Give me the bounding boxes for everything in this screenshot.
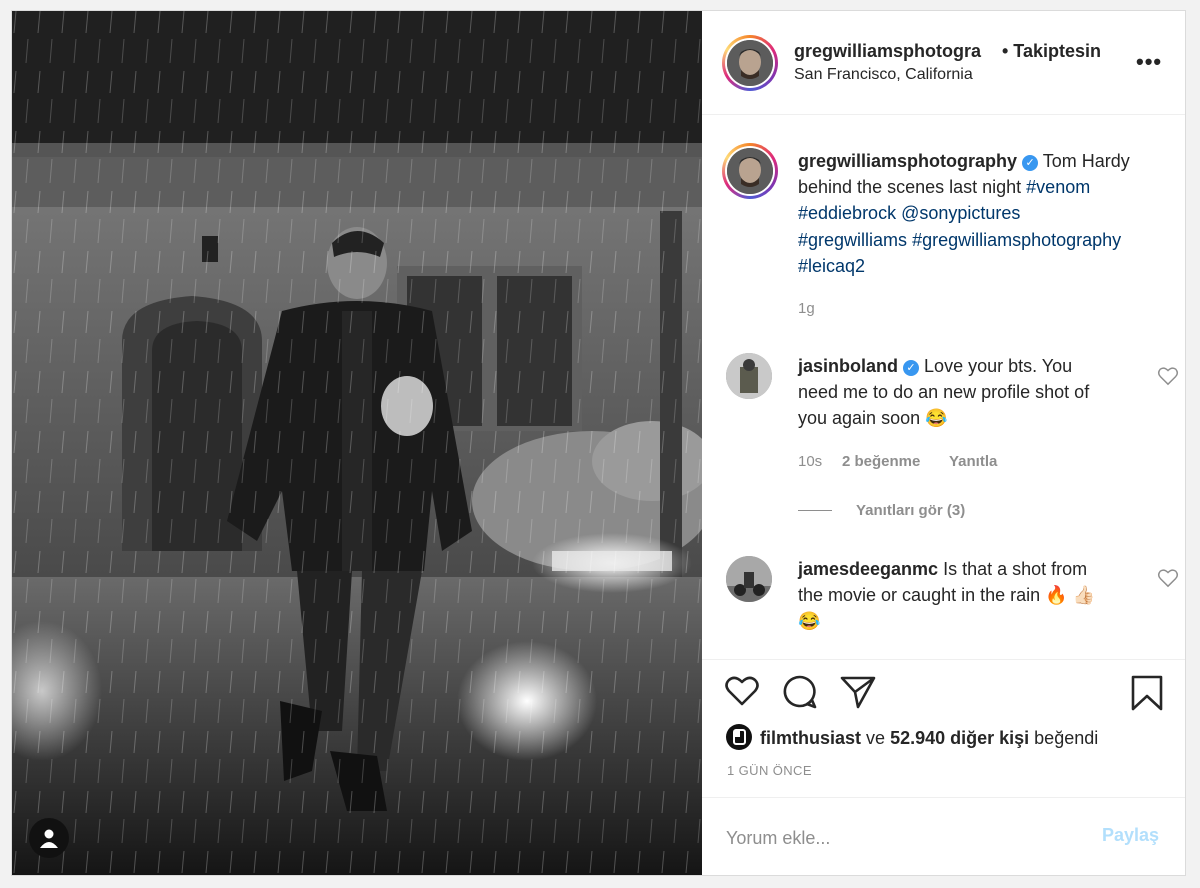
post-location[interactable]: San Francisco, California bbox=[794, 66, 973, 84]
hashtag-gregwilliams[interactable]: #gregwilliams bbox=[798, 230, 907, 250]
caption-line-3: #eddiebrock @sonypictures bbox=[798, 200, 1020, 227]
add-comment-bar: Paylaş bbox=[702, 797, 1185, 876]
post-time-ago[interactable]: 1 GÜN ÖNCE bbox=[727, 763, 812, 778]
likes-count[interactable]: 52.940 diğer kişi bbox=[890, 728, 1029, 748]
follow-status[interactable]: • Takiptesin bbox=[1002, 41, 1101, 62]
comment-input[interactable] bbox=[724, 808, 1088, 868]
tag-user-button[interactable] bbox=[29, 818, 69, 858]
comment-like-count-text: 2 beğenme bbox=[842, 453, 921, 470]
comment-username[interactable]: jasinboland bbox=[798, 356, 898, 376]
caption-line-1: gregwilliamsphotography ✓ Tom Hardy bbox=[798, 148, 1130, 175]
liker-avatar[interactable] bbox=[726, 724, 752, 750]
comment-icon[interactable] bbox=[782, 675, 818, 709]
share-icon[interactable] bbox=[840, 675, 876, 709]
view-replies-label: Yanıtları gör (3) bbox=[856, 502, 966, 519]
commenter-avatar-image bbox=[726, 353, 772, 399]
post-photo[interactable] bbox=[12, 11, 702, 875]
more-horizontal-icon[interactable]: ••• bbox=[1136, 49, 1162, 75]
author-avatar[interactable] bbox=[722, 35, 778, 91]
caption-age[interactable]: 1g bbox=[798, 300, 815, 317]
caption-avatar-image bbox=[727, 148, 773, 194]
comment-like-heart-icon[interactable] bbox=[1157, 568, 1179, 588]
comment-like-count[interactable]: 2 beğenme bbox=[842, 453, 920, 470]
heart-icon[interactable] bbox=[724, 675, 760, 707]
hashtag-gregwilliamsphotography[interactable]: #gregwilliamsphotography bbox=[912, 230, 1121, 250]
post-comment-button[interactable]: Paylaş bbox=[1102, 825, 1159, 846]
comment-age[interactable]: 10s bbox=[798, 453, 822, 470]
verified-badge-icon: ✓ bbox=[903, 360, 920, 376]
comment-line-1: jasinboland ✓ Love your bts. You bbox=[798, 353, 1072, 380]
post-header: gregwilliamsphotogra • Takiptesin San Fr… bbox=[702, 11, 1185, 115]
likes-summary: filmthusiast ve 52.940 diğer kişi beğend… bbox=[726, 724, 1098, 750]
comment-avatar-jasinboland[interactable] bbox=[726, 353, 772, 399]
likes-suffix: beğendi bbox=[1034, 728, 1099, 748]
likes-connector: ve bbox=[866, 728, 886, 748]
caption-line-5: #leicaq2 bbox=[798, 253, 865, 280]
comment-text-1: Love your bts. You bbox=[924, 356, 1073, 376]
caption-avatar[interactable] bbox=[722, 143, 778, 199]
liker-avatar-icon bbox=[733, 729, 746, 745]
tag-user-icon bbox=[40, 829, 58, 848]
hashtag-venom[interactable]: #venom bbox=[1026, 177, 1090, 197]
hashtag-eddiebrock[interactable]: #eddiebrock bbox=[798, 203, 896, 223]
instagram-post-modal: gregwilliamsphotogra • Takiptesin San Fr… bbox=[11, 10, 1186, 876]
verified-badge-icon: ✓ bbox=[1022, 155, 1039, 171]
caption-line-2: behind the scenes last night #venom bbox=[798, 174, 1090, 201]
comment-line-3: 😂 bbox=[798, 611, 821, 631]
comment-line-1: jamesdeeganmc Is that a shot from bbox=[798, 556, 1087, 583]
rain-scene-image bbox=[12, 11, 702, 875]
author-avatar-image bbox=[727, 40, 773, 86]
author-username[interactable]: gregwilliamsphotogra bbox=[794, 41, 981, 62]
actions-divider bbox=[702, 659, 1185, 660]
comment-line-3: you again soon 😂 bbox=[798, 408, 948, 428]
comment-username[interactable]: jamesdeeganmc bbox=[798, 559, 938, 579]
hashtag-leicaq2[interactable]: #leicaq2 bbox=[798, 256, 865, 276]
comment-avatar-jamesdeeganmc[interactable] bbox=[726, 556, 772, 602]
comment-text-1: Is that a shot from bbox=[943, 559, 1088, 579]
comment-line-2: the movie or caught in the rain 🔥 👍🏻 bbox=[798, 585, 1095, 605]
post-side-panel: gregwilliamsphotogra • Takiptesin San Fr… bbox=[702, 11, 1185, 875]
view-replies-button[interactable]: Yanıtları gör (3) bbox=[856, 502, 965, 519]
caption-text-1: Tom Hardy bbox=[1042, 151, 1130, 171]
bookmark-icon[interactable] bbox=[1130, 675, 1164, 711]
caption-username[interactable]: gregwilliamsphotography bbox=[798, 151, 1017, 171]
reply-label: Yanıtla bbox=[949, 453, 998, 470]
reply-button[interactable]: Yanıtla bbox=[949, 453, 997, 470]
caption-line-4: #gregwilliams #gregwilliamsphotography bbox=[798, 227, 1121, 254]
mention-sonypictures[interactable]: @sonypictures bbox=[901, 203, 1020, 223]
first-liker-username[interactable]: filmthusiast bbox=[760, 728, 861, 748]
replies-divider bbox=[798, 510, 832, 511]
comment-like-heart-icon[interactable] bbox=[1157, 366, 1179, 386]
comment-line-2: need me to do an new profile shot of bbox=[798, 382, 1090, 402]
commenter-avatar-image bbox=[726, 556, 772, 602]
caption-text-2: behind the scenes last night bbox=[798, 177, 1022, 197]
